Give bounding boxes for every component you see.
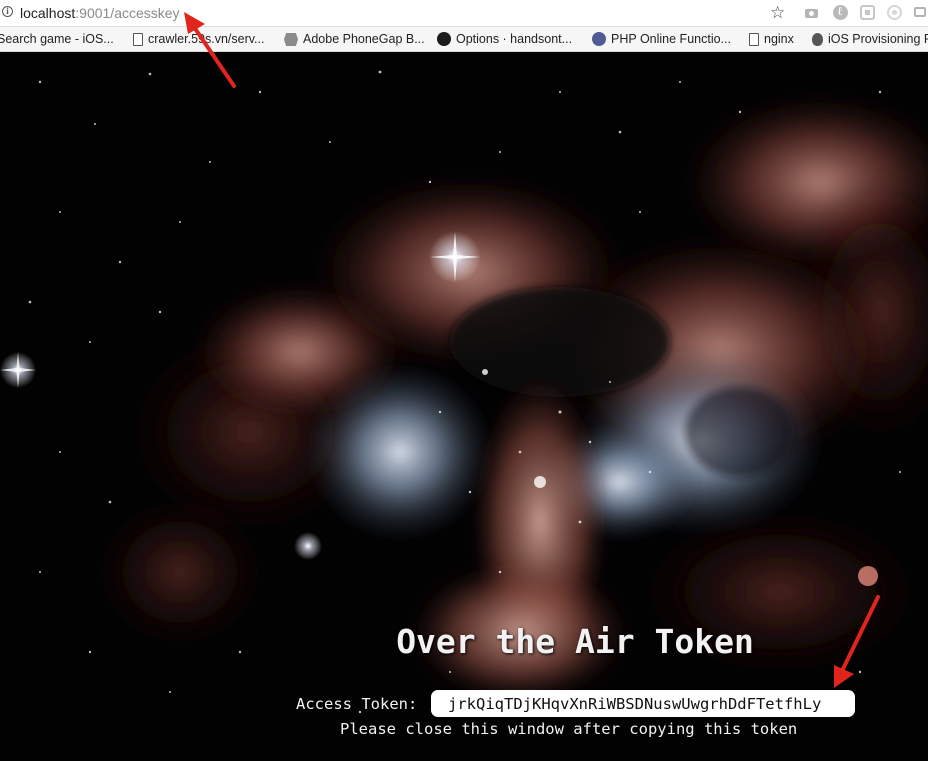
browser-window: i localhost:9001/accesskey ☆ Search game… — [0, 0, 928, 761]
bookmark-php[interactable]: PHP Online Functio... — [592, 31, 731, 48]
bookmark-search-game[interactable]: Search game - iOS... — [0, 31, 114, 48]
bookmark-label: Adobe PhoneGap B... — [303, 32, 425, 46]
page-viewport: Over the Air Token Access Token: Please … — [0, 52, 928, 761]
info-icon[interactable]: i — [2, 6, 13, 17]
bookmark-nginx[interactable]: nginx — [749, 31, 794, 48]
grid-extension-icon[interactable] — [860, 5, 875, 20]
gear-badge-icon — [284, 33, 298, 46]
bookmark-label: Search game - iOS... — [0, 32, 114, 46]
page-title: Over the Air Token — [396, 622, 754, 661]
url-field[interactable]: localhost:9001/accesskey — [20, 5, 180, 21]
bookmark-label: PHP Online Functio... — [611, 32, 731, 46]
bookmark-handsontable[interactable]: Options · handsont... — [437, 31, 572, 48]
php-icon — [592, 32, 606, 46]
address-bar[interactable]: i localhost:9001/accesskey ☆ — [0, 0, 928, 27]
circle-extension-icon[interactable] — [887, 5, 902, 20]
bookmark-phonegap[interactable]: Adobe PhoneGap B... — [284, 31, 425, 48]
camera-extension-icon[interactable] — [804, 5, 819, 20]
bookmark-label: nginx — [764, 32, 794, 46]
bookmark-star-icon[interactable]: ☆ — [770, 3, 785, 22]
url-path: :9001/accesskey — [75, 5, 180, 21]
bookmark-label: Options · handsont... — [456, 32, 573, 46]
page-icon — [749, 33, 759, 46]
apple-icon — [812, 33, 823, 46]
access-token-field[interactable] — [431, 690, 855, 717]
script-extension-icon[interactable] — [833, 4, 848, 20]
bookmarks-bar: Search game - iOS... crawler.59s.vn/serv… — [0, 27, 928, 52]
bookmark-ios-provisioning[interactable]: iOS Provisioning P — [812, 31, 928, 48]
copy-instruction: Please close this window after copying t… — [340, 720, 798, 738]
url-host: localhost — [20, 5, 76, 21]
bookmark-crawler[interactable]: crawler.59s.vn/serv... — [133, 31, 264, 48]
github-icon — [437, 32, 451, 46]
edit-extension-icon[interactable] — [914, 5, 928, 20]
bookmark-label: iOS Provisioning P — [828, 32, 928, 46]
bookmark-label: crawler.59s.vn/serv... — [148, 32, 265, 46]
page-icon — [133, 33, 143, 46]
token-label: Access Token: — [296, 695, 418, 713]
